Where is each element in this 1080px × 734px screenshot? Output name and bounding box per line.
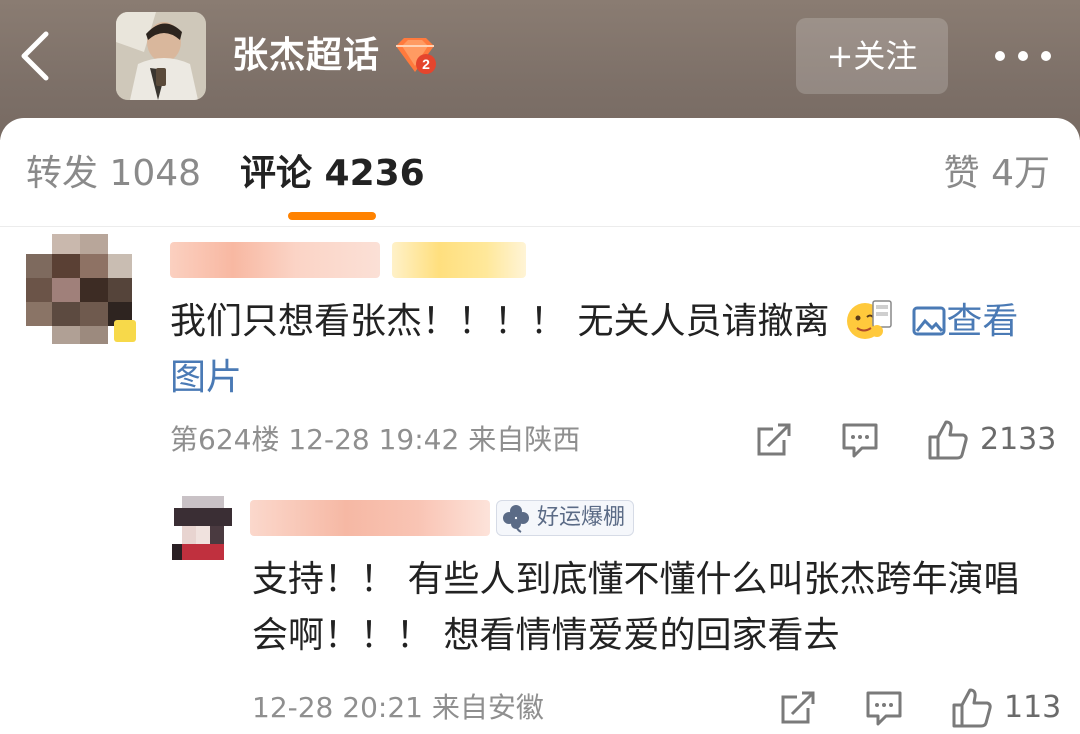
picture-icon <box>912 298 946 336</box>
reply-text: 支持！！ 有些人到底懂不懂什么叫张杰跨年演唱会啊！！！ 想看情情爱爱的回家看去 <box>252 559 1020 656</box>
reply-avatar[interactable] <box>168 492 238 566</box>
comment-meta: 第624楼 12-28 19:42 来自陕西 <box>170 423 581 456</box>
vip-level-icon: 2 <box>392 36 438 76</box>
comment-body: 我们只想看张杰！！！！ 无关人员请撤离 查看图片 <box>170 294 1050 406</box>
topic-avatar[interactable] <box>116 12 206 100</box>
repost-icon[interactable] <box>754 420 794 460</box>
comment-text: 我们只想看张杰！！！！ 无关人员请撤离 <box>170 301 830 342</box>
user-badge <box>392 242 526 278</box>
username[interactable] <box>170 242 380 278</box>
like-icon[interactable] <box>926 418 970 462</box>
clover-icon <box>501 503 531 533</box>
back-arrow-icon[interactable] <box>12 28 62 84</box>
svg-text:2: 2 <box>422 56 430 72</box>
tab-bar: 转发 1048 评论 4236 赞 4万 <box>0 118 1080 227</box>
more-icon[interactable] <box>990 36 1060 76</box>
reply-meta: 12-28 20:21 来自安徽 <box>252 691 544 724</box>
reply-like-icon[interactable] <box>950 686 994 730</box>
emoji-icon <box>845 297 895 341</box>
follow-button[interactable]: +关注 <box>796 18 948 94</box>
tab-comment[interactable]: 评论 4236 <box>240 148 425 200</box>
tab-like[interactable]: 赞 4万 <box>944 148 1050 200</box>
avatar[interactable] <box>22 230 138 348</box>
comment-icon[interactable] <box>840 420 880 460</box>
reply-username[interactable] <box>250 500 490 536</box>
like-count: 2133 <box>980 422 1057 457</box>
tab-repost[interactable]: 转发 1048 <box>26 148 201 200</box>
comment-sheet: 转发 1048 评论 4236 赞 4万 我们只想看张杰！！！！ 无关人员请撤离… <box>0 118 1080 734</box>
reply-like-count: 113 <box>1004 690 1062 725</box>
reply-comment-icon[interactable] <box>864 688 904 728</box>
reply-repost-icon[interactable] <box>778 688 818 728</box>
topic-title: 张杰超话 <box>232 35 381 76</box>
user-title-badge: 好运爆棚 <box>496 500 635 536</box>
active-tab-indicator <box>288 212 376 220</box>
badge-label: 好运爆棚 <box>537 505 626 530</box>
